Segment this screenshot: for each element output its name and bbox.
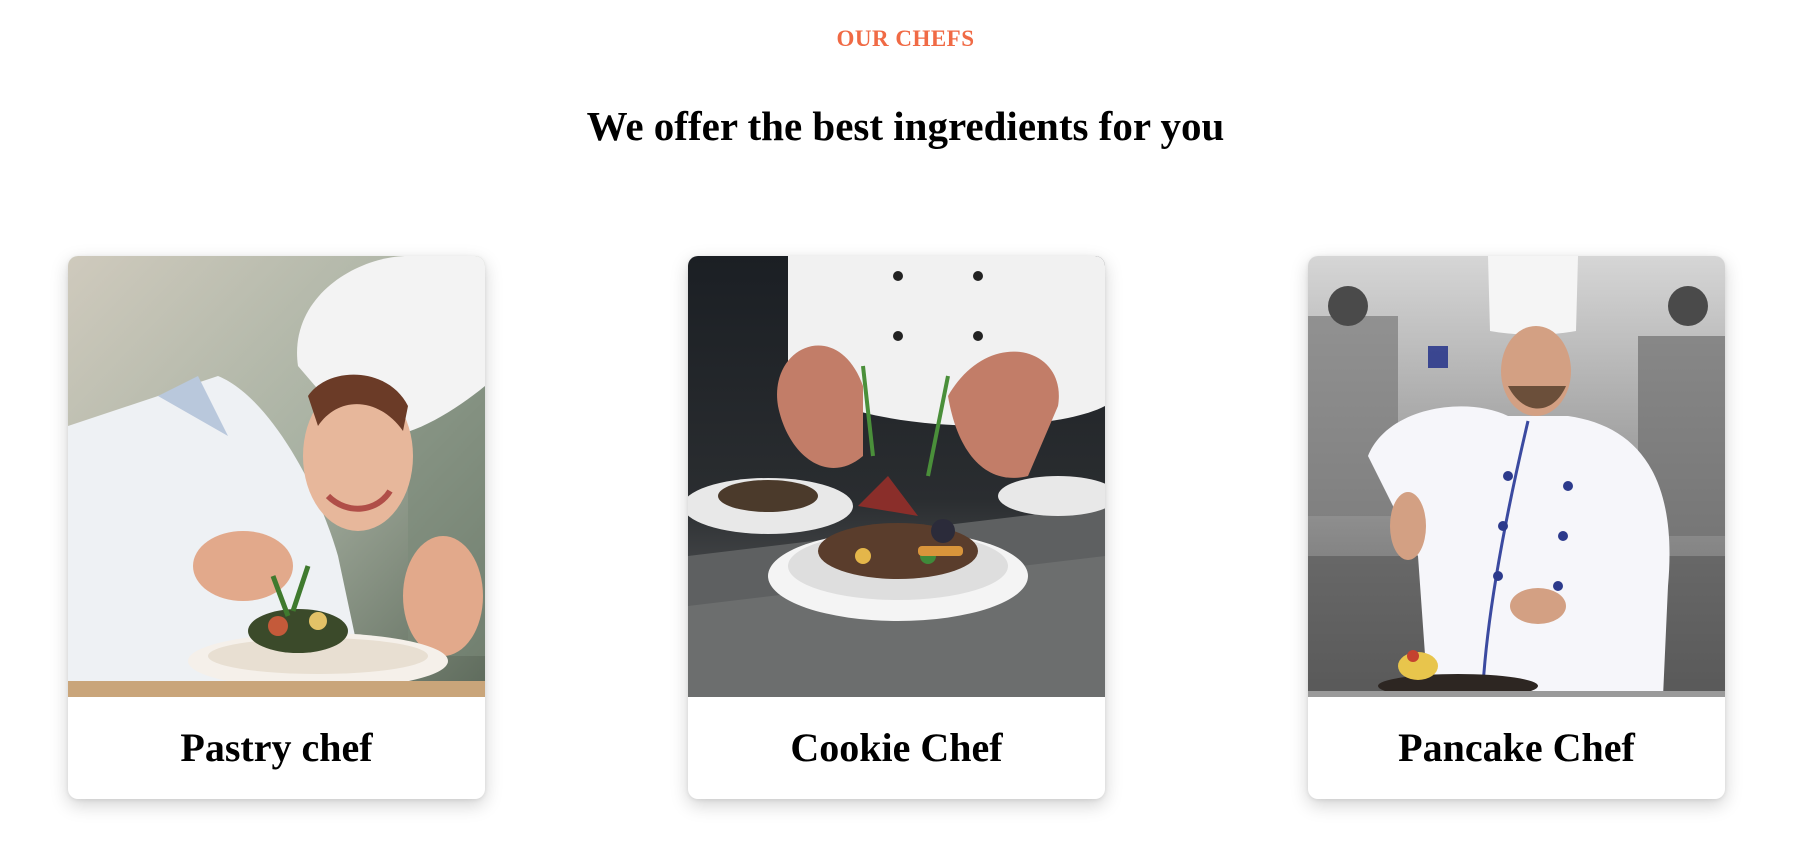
chef-name: Pancake Chef [1398, 725, 1635, 770]
chef-name: Cookie Chef [790, 725, 1003, 770]
chefs-section: OUR CHEFS We offer the best ingredients … [0, 0, 1811, 866]
chef-card-cookie[interactable]: Cookie Chef [688, 256, 1105, 799]
chef-photo-cookie [688, 256, 1105, 697]
chef-card-pancake[interactable]: Pancake Chef [1308, 256, 1725, 799]
chef-name: Pastry chef [180, 725, 373, 770]
chef-card-pastry[interactable]: Pastry chef [68, 256, 485, 799]
chef-photo-pastry [68, 256, 485, 697]
chef-photo-pancake [1308, 256, 1725, 697]
section-eyebrow: OUR CHEFS [836, 26, 975, 51]
section-heading: We offer the best ingredients for you [586, 103, 1225, 149]
